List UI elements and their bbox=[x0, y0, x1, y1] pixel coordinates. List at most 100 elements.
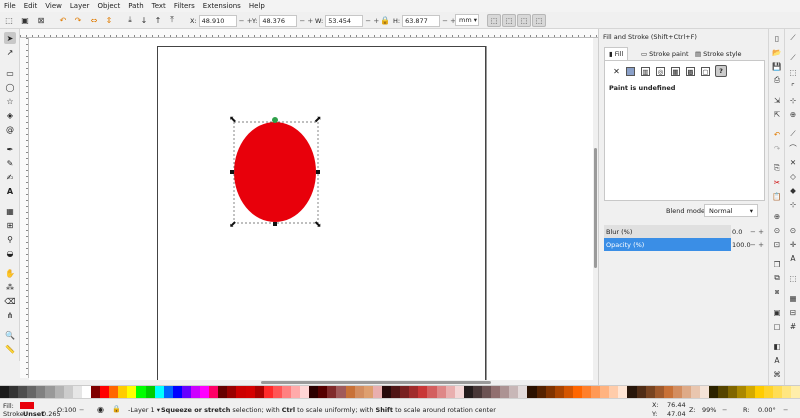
palette-swatch[interactable] bbox=[654, 386, 664, 398]
palette-swatch[interactable] bbox=[509, 386, 519, 398]
group-icon[interactable]: ▣ bbox=[772, 307, 782, 317]
palette-swatch[interactable] bbox=[772, 386, 783, 398]
palette-swatch[interactable] bbox=[372, 386, 382, 398]
scale-corners-button[interactable]: ⬚ bbox=[502, 14, 516, 27]
clone-icon[interactable]: ⧉ bbox=[772, 273, 782, 283]
palette-swatch[interactable] bbox=[136, 386, 146, 398]
zoom-stepper[interactable]: − bbox=[722, 406, 727, 414]
opacity-value[interactable]: 100.0 bbox=[732, 238, 751, 251]
zoom-tool-icon[interactable]: 🔍 bbox=[4, 329, 16, 341]
pattern-icon[interactable]: ▩ bbox=[686, 67, 695, 76]
ungroup-icon[interactable]: ▢ bbox=[772, 321, 782, 331]
open-icon[interactable]: 📂 bbox=[772, 47, 782, 57]
snap-bbox-corners-icon[interactable]: ⌜ bbox=[788, 81, 798, 91]
deselect-icon[interactable]: ⊠ bbox=[36, 15, 46, 25]
palette-swatch[interactable] bbox=[227, 386, 237, 398]
copy-icon[interactable]: ⎘ bbox=[772, 163, 782, 173]
tab-fill[interactable]: ▮ Fill bbox=[604, 47, 629, 60]
mesh-tool-icon[interactable]: ⊞ bbox=[4, 219, 16, 231]
y-stepper[interactable]: − + bbox=[299, 17, 313, 25]
select-all-icon[interactable]: ⬚ bbox=[4, 15, 14, 25]
zoom-drawing-icon[interactable]: ⊙ bbox=[772, 225, 782, 235]
scale-handle-nw[interactable]: ⬉ bbox=[229, 115, 237, 125]
raise-icon[interactable]: ↑ bbox=[153, 15, 163, 25]
palette-swatch[interactable] bbox=[172, 386, 182, 398]
fill-indicator-swatch[interactable] bbox=[20, 402, 34, 409]
flip-horizontal-icon[interactable]: ⇔ bbox=[89, 15, 99, 25]
unit-select[interactable]: mm ▾ bbox=[455, 14, 479, 26]
snap-toggle-icon[interactable]: ⟋ bbox=[788, 33, 798, 43]
opacity-status-value[interactable]: 100 bbox=[64, 406, 76, 414]
palette-swatch[interactable] bbox=[782, 386, 792, 398]
palette-swatch[interactable] bbox=[127, 386, 137, 398]
palette-swatch[interactable] bbox=[63, 386, 73, 398]
palette-swatch[interactable] bbox=[245, 386, 255, 398]
snap-paths-icon[interactable]: ⌒ bbox=[788, 143, 798, 153]
snap-text-baseline-icon[interactable]: A bbox=[788, 253, 798, 263]
palette-swatch[interactable] bbox=[545, 386, 555, 398]
palette-swatch[interactable] bbox=[190, 386, 201, 398]
palette-swatch[interactable] bbox=[427, 386, 437, 398]
palette-swatch[interactable] bbox=[718, 386, 728, 398]
palette-swatch[interactable] bbox=[254, 386, 264, 398]
palette-swatch[interactable] bbox=[18, 386, 28, 398]
palette-swatch[interactable] bbox=[154, 386, 164, 398]
lock-icon[interactable]: 🔒 bbox=[380, 15, 390, 25]
menu-path[interactable]: Path bbox=[124, 2, 147, 10]
palette-swatch[interactable] bbox=[527, 386, 537, 398]
palette-swatch[interactable] bbox=[109, 386, 119, 398]
scale-handle-w[interactable] bbox=[230, 170, 234, 174]
menu-edit[interactable]: Edit bbox=[20, 2, 42, 10]
palette-swatch[interactable] bbox=[582, 386, 592, 398]
snap-bbox-centers-icon[interactable]: ⊕ bbox=[788, 109, 798, 119]
h-stepper[interactable]: − + bbox=[442, 17, 456, 25]
palette-swatch[interactable] bbox=[291, 386, 301, 398]
snap-bbox-icon[interactable]: ⟋ bbox=[788, 53, 798, 63]
mesh-gradient-icon[interactable]: ▦ bbox=[671, 67, 680, 76]
node-tool-icon[interactable]: ↗ bbox=[4, 46, 16, 58]
unlink-clone-icon[interactable]: ⧈ bbox=[772, 287, 782, 297]
palette-swatch[interactable] bbox=[9, 386, 19, 398]
no-paint-icon[interactable]: ✕ bbox=[612, 67, 621, 76]
snap-centers-icon[interactable]: ⊙ bbox=[788, 225, 798, 235]
zoom-value[interactable]: 99% bbox=[702, 406, 716, 414]
blur-stepper[interactable]: − + bbox=[750, 225, 764, 238]
blur-slider[interactable]: Blur (%) bbox=[604, 225, 731, 238]
snap-nodes-icon[interactable]: ⟋ bbox=[788, 129, 798, 139]
opacity-slider[interactable]: Opacity (%) bbox=[604, 238, 731, 251]
new-document-icon[interactable]: ▯ bbox=[772, 33, 782, 43]
palette-swatch[interactable] bbox=[336, 386, 346, 398]
spray-tool-icon[interactable]: ⁂ bbox=[4, 281, 16, 293]
scale-handle-sw[interactable]: ⬋ bbox=[229, 220, 237, 230]
palette-swatch[interactable] bbox=[536, 386, 546, 398]
palette-swatch[interactable] bbox=[727, 386, 737, 398]
palette-swatch[interactable] bbox=[491, 386, 501, 398]
palette-swatch[interactable] bbox=[145, 386, 155, 398]
lower-to-bottom-icon[interactable]: ⤓ bbox=[125, 15, 135, 25]
opacity-stepper[interactable]: − + bbox=[750, 238, 764, 251]
spiral-tool-icon[interactable]: @ bbox=[4, 123, 16, 135]
palette-swatch[interactable] bbox=[300, 386, 310, 398]
palette-swatch[interactable] bbox=[700, 386, 710, 398]
palette-swatch[interactable] bbox=[409, 386, 419, 398]
tab-stroke-style[interactable]: ▤ Stroke style bbox=[691, 47, 746, 60]
fill-stroke-icon[interactable]: ◧ bbox=[772, 341, 782, 351]
palette-swatch[interactable] bbox=[363, 386, 373, 398]
palette-swatch[interactable] bbox=[645, 386, 655, 398]
palette-swatch[interactable] bbox=[636, 386, 646, 398]
blend-mode-select[interactable]: Normal bbox=[704, 204, 758, 217]
palette-swatch[interactable] bbox=[763, 386, 773, 398]
palette-swatch[interactable] bbox=[554, 386, 564, 398]
scale-handle-s[interactable] bbox=[273, 222, 277, 226]
palette-swatch[interactable] bbox=[745, 386, 755, 398]
raise-to-top-icon[interactable]: ⤒ bbox=[167, 15, 177, 25]
eraser-tool-icon[interactable]: ⌫ bbox=[4, 295, 16, 307]
palette-swatch[interactable] bbox=[381, 386, 392, 398]
snap-bbox-midpoints-icon[interactable]: ⊹ bbox=[788, 95, 798, 105]
palette-swatch[interactable] bbox=[281, 386, 291, 398]
palette-swatch[interactable] bbox=[90, 386, 101, 398]
scale-handle-e[interactable] bbox=[316, 170, 320, 174]
palette-swatch[interactable] bbox=[345, 386, 355, 398]
scale-handle-ne[interactable]: ⬈ bbox=[314, 115, 322, 125]
palette-swatch[interactable] bbox=[209, 386, 219, 398]
